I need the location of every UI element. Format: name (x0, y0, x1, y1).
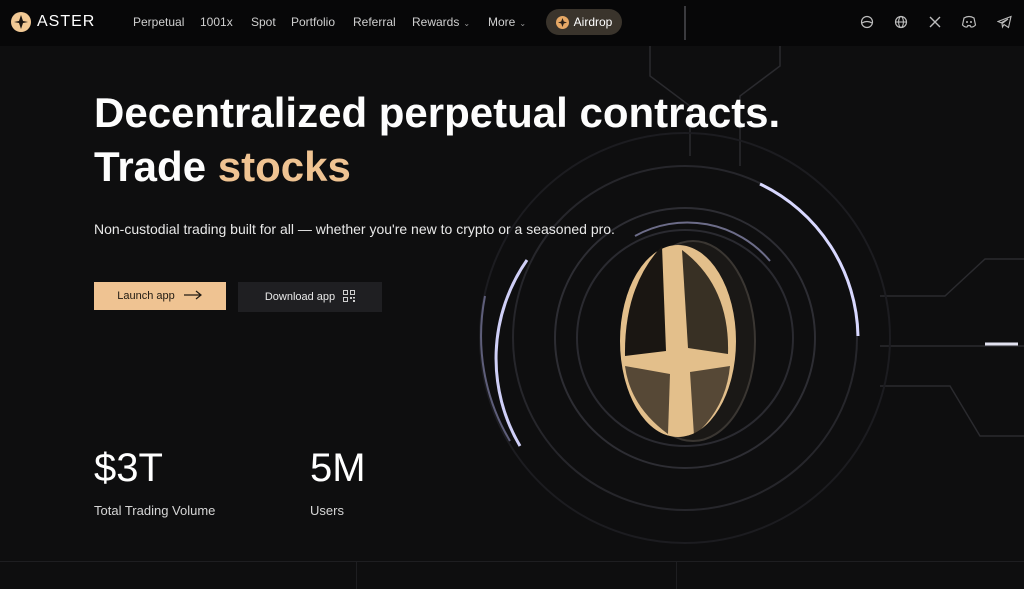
nav-referral[interactable]: Referral (353, 15, 396, 29)
section-divider (0, 561, 1024, 562)
nav-perpetual[interactable]: Perpetual (133, 15, 184, 29)
stat-users-label: Users (310, 503, 344, 518)
nav-divider (684, 6, 686, 40)
language-icon[interactable] (892, 13, 910, 31)
hero-subtitle: Non-custodial trading built for all — wh… (94, 221, 615, 237)
qr-code-icon (343, 289, 356, 305)
globe-icon[interactable] (858, 13, 876, 31)
top-navigation: ASTER Perpetual 1001x Spot Portfolio Ref… (0, 0, 1024, 46)
airdrop-button[interactable]: Airdrop (546, 9, 622, 35)
chevron-down-icon: ⌄ (463, 19, 471, 28)
section-divider-tick (356, 561, 357, 589)
airdrop-icon (555, 15, 569, 29)
download-app-label: Download app (264, 291, 336, 303)
headline-line-2-prefix: Trade (94, 143, 218, 190)
arrow-right-icon (183, 290, 203, 303)
nav-portfolio[interactable]: Portfolio (291, 15, 335, 29)
nav-spot[interactable]: Spot (251, 15, 276, 29)
airdrop-label: Airdrop (573, 15, 613, 29)
brand-name: ASTER (37, 13, 96, 30)
launch-app-label: Launch app (117, 290, 175, 302)
nav-1001x[interactable]: 1001x (200, 15, 233, 29)
download-app-button[interactable]: Download app (238, 282, 382, 312)
chevron-down-icon: ⌄ (519, 19, 527, 28)
hero-headline: Decentralized perpetual contracts. Trade… (94, 86, 914, 194)
x-icon[interactable] (926, 13, 944, 31)
nav-more-dropdown[interactable]: More ⌄ (488, 15, 526, 29)
telegram-icon[interactable] (995, 13, 1013, 31)
stat-volume-value: $3T (94, 446, 163, 490)
nav-rewards-label: Rewards (412, 15, 460, 29)
headline-line-1: Decentralized perpetual contracts. (94, 89, 781, 136)
headline-accent-word: stocks (217, 143, 351, 190)
brand-logo[interactable]: ASTER (11, 12, 95, 32)
nav-rewards-dropdown[interactable]: Rewards ⌄ (412, 15, 470, 29)
launch-app-button[interactable]: Launch app (94, 282, 226, 310)
stat-volume-label: Total Trading Volume (94, 503, 216, 518)
discord-icon[interactable] (960, 13, 978, 31)
section-divider-tick (676, 561, 677, 589)
nav-more-label: More (488, 15, 516, 29)
aster-logo-icon (11, 12, 31, 32)
stat-users-value: 5M (310, 446, 366, 490)
